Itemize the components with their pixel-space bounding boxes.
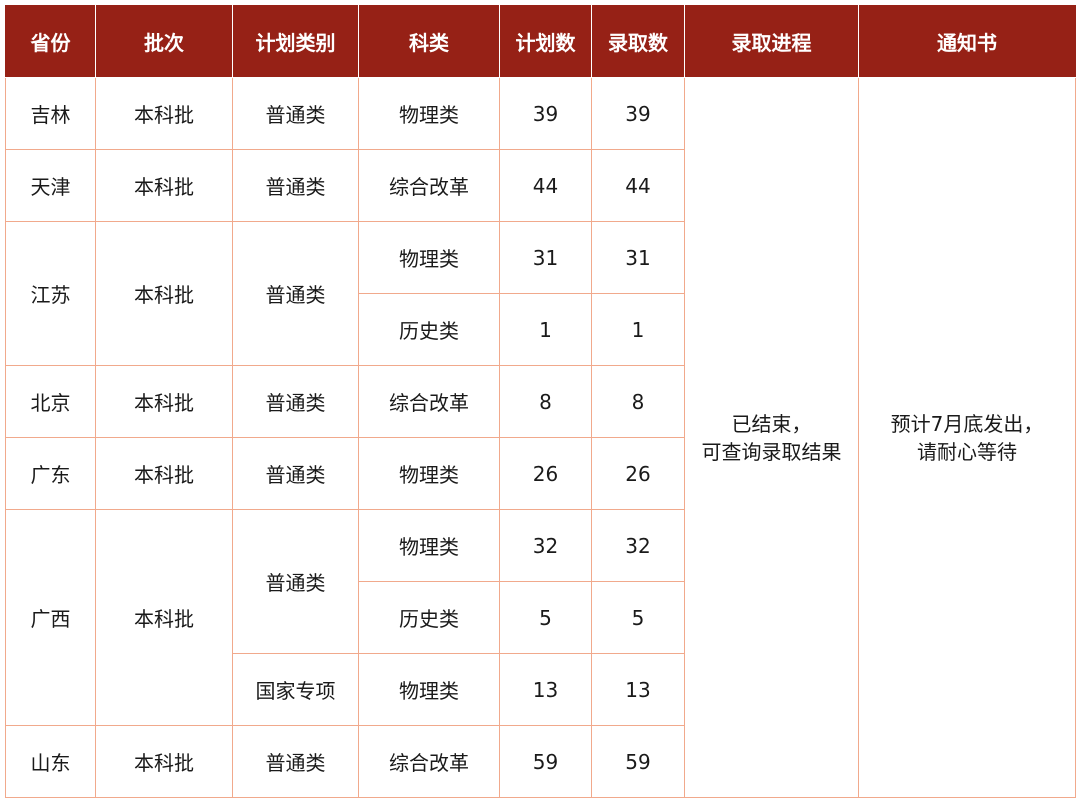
cell-subject: 物理类 xyxy=(358,509,500,582)
admission-table: 省份 批次 计划类别 科类 计划数 录取数 录取进程 通知书 吉林 本科批 普通… xyxy=(5,5,1076,798)
cell-plan: 31 xyxy=(499,221,592,294)
cell-plan: 44 xyxy=(499,149,592,222)
cell-subject: 综合改革 xyxy=(358,149,500,222)
cell-admit: 31 xyxy=(591,221,685,294)
cell-admit: 32 xyxy=(591,509,685,582)
cell-province: 北京 xyxy=(5,365,96,438)
cell-province: 天津 xyxy=(5,149,96,222)
cell-batch: 本科批 xyxy=(95,149,233,222)
admission-table-container: 省份 批次 计划类别 科类 计划数 录取数 录取进程 通知书 吉林 本科批 普通… xyxy=(5,5,1076,798)
header-subject: 科类 xyxy=(358,5,500,78)
cell-plan: 8 xyxy=(499,365,592,438)
cell-plan: 13 xyxy=(499,653,592,726)
cell-subject: 物理类 xyxy=(358,221,500,294)
header-notice-letter: 通知书 xyxy=(858,5,1076,78)
header-admit-count: 录取数 xyxy=(591,5,685,78)
cell-admit: 44 xyxy=(591,149,685,222)
cell-plan: 59 xyxy=(499,725,592,798)
cell-category: 国家专项 xyxy=(232,653,359,726)
cell-category: 普通类 xyxy=(232,437,359,510)
cell-admit: 5 xyxy=(591,581,685,654)
cell-batch: 本科批 xyxy=(95,221,233,366)
cell-category: 普通类 xyxy=(232,149,359,222)
cell-batch: 本科批 xyxy=(95,509,233,726)
cell-subject: 物理类 xyxy=(358,77,500,150)
cell-admit: 59 xyxy=(591,725,685,798)
cell-admit: 1 xyxy=(591,293,685,366)
progress-line-1: 已结束， xyxy=(731,411,812,436)
progress-line-2: 可查询录取结果 xyxy=(701,439,842,464)
header-batch: 批次 xyxy=(95,5,233,78)
header-plan-category: 计划类别 xyxy=(232,5,359,78)
cell-batch: 本科批 xyxy=(95,725,233,798)
cell-province: 广东 xyxy=(5,437,96,510)
cell-category: 普通类 xyxy=(232,221,359,366)
cell-admission-progress: 已结束， 可查询录取结果 xyxy=(684,77,859,798)
cell-category: 普通类 xyxy=(232,77,359,150)
cell-subject: 综合改革 xyxy=(358,365,500,438)
cell-province: 吉林 xyxy=(5,77,96,150)
cell-category: 普通类 xyxy=(232,725,359,798)
cell-admit: 39 xyxy=(591,77,685,150)
table-header-row: 省份 批次 计划类别 科类 计划数 录取数 录取进程 通知书 xyxy=(5,5,1076,78)
cell-notice-letter: 预计7月底发出， 请耐心等待 xyxy=(858,77,1076,798)
cell-category: 普通类 xyxy=(232,365,359,438)
cell-subject: 物理类 xyxy=(358,437,500,510)
header-admission-progress: 录取进程 xyxy=(684,5,859,78)
cell-admit: 26 xyxy=(591,437,685,510)
cell-subject: 物理类 xyxy=(358,653,500,726)
cell-subject: 历史类 xyxy=(358,293,500,366)
notice-line-1: 预计7月底发出， xyxy=(890,411,1044,436)
cell-province: 山东 xyxy=(5,725,96,798)
header-province: 省份 xyxy=(5,5,96,78)
cell-admit: 13 xyxy=(591,653,685,726)
cell-subject: 历史类 xyxy=(358,581,500,654)
cell-plan: 5 xyxy=(499,581,592,654)
cell-plan: 39 xyxy=(499,77,592,150)
notice-line-2: 请耐心等待 xyxy=(917,439,1017,464)
cell-plan: 32 xyxy=(499,509,592,582)
cell-plan: 26 xyxy=(499,437,592,510)
header-plan-count: 计划数 xyxy=(499,5,592,78)
cell-province: 江苏 xyxy=(5,221,96,366)
cell-plan: 1 xyxy=(499,293,592,366)
cell-category: 普通类 xyxy=(232,509,359,654)
table-row: 吉林 本科批 普通类 物理类 39 39 已结束， 可查询录取结果 预计7月底发… xyxy=(5,77,1076,798)
cell-batch: 本科批 xyxy=(95,77,233,150)
cell-batch: 本科批 xyxy=(95,365,233,438)
cell-province: 广西 xyxy=(5,509,96,726)
cell-admit: 8 xyxy=(591,365,685,438)
cell-subject: 综合改革 xyxy=(358,725,500,798)
cell-batch: 本科批 xyxy=(95,437,233,510)
